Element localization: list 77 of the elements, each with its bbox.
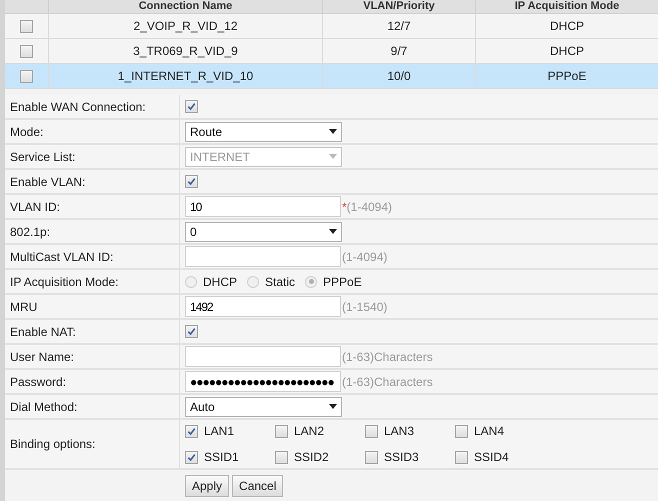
caret-icon: [329, 404, 337, 409]
hint-text: (1-63)Characters: [342, 374, 433, 390]
table-cell-text: 1_INTERNET_R_VID_10: [118, 68, 254, 85]
table-cell-text: 10/0: [387, 68, 411, 85]
checkbox[interactable]: [455, 424, 468, 438]
input-field[interactable]: ●●●●●●●●●●●●●●●●●●●●●●●: [185, 371, 341, 392]
field-label: User Name:: [10, 348, 74, 366]
radio-label: DHCP: [203, 274, 238, 290]
checkbox[interactable]: [185, 100, 198, 113]
checkbox-label: LAN4: [474, 423, 504, 440]
checkbox[interactable]: [365, 424, 378, 438]
checkbox[interactable]: [20, 44, 33, 58]
radio-label: PPPoE: [323, 274, 362, 290]
input-field[interactable]: [185, 246, 341, 267]
field-label: VLAN ID:: [10, 198, 60, 216]
field-label: Dial Method:: [10, 398, 78, 416]
form-button[interactable]: Cancel: [232, 475, 284, 497]
column-header: Connection Name: [48, 0, 322, 13]
hint-text: (1-63)Characters: [342, 348, 433, 366]
table-cell-text: 3_TR069_R_VID_9: [133, 43, 238, 60]
field-label: Enable WAN Connection:: [10, 98, 146, 116]
radio-button[interactable]: [247, 276, 260, 288]
table-row[interactable]: 1_INTERNET_R_VID_10 10/0 PPPoE: [5, 64, 658, 89]
dropdown[interactable]: Route: [185, 122, 342, 142]
table-cell-text: PPPoE: [548, 68, 586, 85]
checkbox[interactable]: [185, 175, 198, 188]
checkbox-label: SSID4: [474, 449, 509, 466]
checkbox[interactable]: [185, 450, 198, 464]
table-cell-text: 12/7: [387, 18, 411, 35]
field-label: 802.1p:: [10, 224, 50, 240]
radio-button[interactable]: [185, 276, 197, 288]
hint-text: (1-1540): [342, 298, 388, 316]
checkbox[interactable]: [20, 70, 33, 82]
table-cell-text: 9/7: [390, 43, 408, 60]
radio-label: Static: [265, 274, 296, 290]
field-label: Binding options:: [10, 436, 96, 453]
table-row[interactable]: 2_VOIP_R_VID_12 12/7 DHCP: [5, 14, 658, 39]
checkbox-label: SSID1: [204, 449, 239, 466]
form-button[interactable]: Apply: [185, 475, 230, 497]
field-label: Service List:: [10, 148, 76, 166]
caret-icon: [329, 129, 337, 134]
column-header: VLAN/Priority: [322, 0, 475, 13]
table-cell-text: DHCP: [550, 18, 584, 35]
hint-text: (1-4094): [342, 248, 388, 266]
checkbox[interactable]: [275, 450, 288, 464]
input-field[interactable]: [185, 346, 341, 367]
checkbox-label: SSID3: [384, 449, 419, 466]
checkbox-label: LAN3: [384, 423, 414, 440]
dropdown[interactable]: Auto: [185, 396, 342, 416]
field-label: Enable NAT:: [10, 324, 76, 340]
field-label: IP Acquisition Mode:: [10, 274, 119, 290]
checkbox[interactable]: [365, 450, 378, 464]
table-row[interactable]: 3_TR069_R_VID_9 9/7 DHCP: [5, 39, 658, 64]
field-label: Enable VLAN:: [10, 174, 86, 190]
checkbox[interactable]: [455, 450, 468, 464]
checkbox[interactable]: [20, 20, 33, 32]
caret-icon: [329, 154, 337, 159]
required-mark: *: [342, 198, 347, 216]
field-label: MultiCast VLAN ID:: [10, 248, 114, 266]
dropdown[interactable]: 0: [185, 222, 342, 242]
table-cell-text: DHCP: [550, 43, 584, 60]
field-label: Mode:: [10, 124, 44, 140]
input-field[interactable]: 1492: [185, 296, 341, 317]
checkbox-label: LAN1: [204, 423, 234, 440]
checkbox[interactable]: [185, 325, 198, 338]
hint-text: (1-4094): [346, 198, 392, 216]
checkbox-label: LAN2: [294, 423, 324, 440]
checkbox[interactable]: [275, 424, 288, 438]
field-label: Password:: [10, 374, 66, 390]
checkbox-label: SSID2: [294, 449, 329, 466]
checkbox[interactable]: [185, 424, 198, 438]
column-header: IP Acquisition Mode: [475, 0, 658, 13]
field-label: MRU: [10, 298, 38, 316]
radio-button[interactable]: [305, 276, 318, 288]
caret-icon: [329, 229, 337, 234]
input-field[interactable]: 10: [185, 196, 341, 217]
table-cell-text: 2_VOIP_R_VID_12: [133, 18, 238, 35]
